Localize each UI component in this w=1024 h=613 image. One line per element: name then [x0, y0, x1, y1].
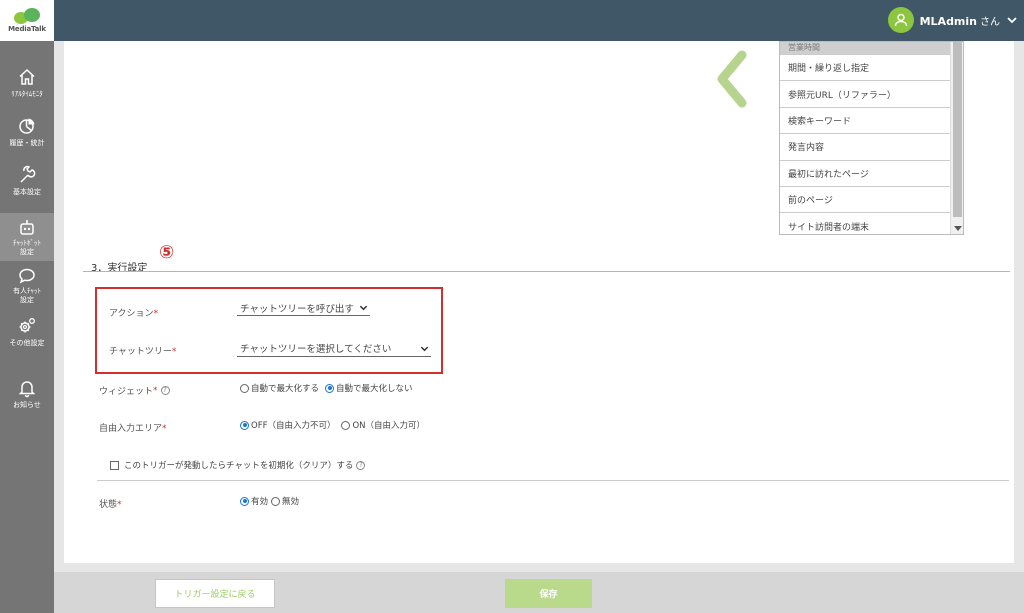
status-radio-enabled[interactable]	[240, 496, 249, 506]
chevron-down-icon	[359, 305, 368, 311]
radio-label: 自動で最大化する	[251, 384, 320, 394]
radio-label: 無効	[282, 497, 300, 507]
list-scrollbar[interactable]	[950, 42, 963, 234]
help-icon[interactable]: ?	[356, 460, 366, 470]
widget-radio-group: 自動で最大化する 自動で最大化しない	[240, 382, 413, 394]
pie-chart-icon	[19, 118, 35, 134]
sidebar: ﾘｱﾙﾀｲﾑﾓﾆﾀ 履歴・統計 基本設定 ﾁｬｯﾄﾎﾞｯﾄ 設定 有人ﾁｬｯﾄ 設定…	[0, 41, 54, 613]
free-input-radio-on[interactable]	[341, 420, 351, 430]
logo-text: MediaTalk	[8, 25, 46, 33]
widget-radio-no-maximize[interactable]	[325, 383, 335, 393]
list-item[interactable]: 参照元URL（リファラー）	[780, 81, 950, 108]
sidebar-item-label: その他設定	[9, 339, 45, 347]
main-content: 営業時間 期間・繰り返し指定 参照元URL（リファラー） 検索キーワード 発言内…	[54, 41, 1024, 572]
list-item[interactable]: 検索キーワード	[780, 108, 950, 135]
widget-radio-maximize[interactable]	[240, 383, 249, 393]
sidebar-item-label: 履歴・統計	[9, 139, 45, 147]
status-radio-group: 有効 無効	[240, 495, 299, 507]
app-logo[interactable]: MediaTalk	[0, 0, 54, 41]
sidebar-item-realtime-monitor[interactable]: ﾘｱﾙﾀｲﾑﾓﾆﾀ	[0, 67, 54, 99]
sidebar-item-chatbot-settings[interactable]: ﾁｬｯﾄﾎﾞｯﾄ 設定	[0, 213, 54, 261]
help-icon[interactable]: ?	[160, 386, 170, 395]
form-divider	[97, 480, 1009, 481]
sidebar-item-history-stats[interactable]: 履歴・統計	[0, 116, 54, 148]
list-item[interactable]: サイト訪問者の端末	[780, 213, 950, 234]
checkbox-label: このトリガーが発動したらチャットを初期化（クリア）する	[124, 461, 354, 471]
sidebar-item-label: ﾘｱﾙﾀｲﾑﾓﾆﾀ	[11, 90, 43, 98]
list-item[interactable]: 期間・繰り返し指定	[780, 55, 950, 82]
radio-label: 有効	[251, 497, 269, 507]
bell-icon	[18, 381, 36, 398]
widget-label: ウィジェット *?	[99, 384, 170, 397]
chat-tree-label: チャットツリー*	[109, 347, 177, 357]
reset-chat-checkbox[interactable]	[110, 460, 119, 470]
gears-icon	[19, 318, 35, 333]
reset-chat-option: このトリガーが発動したらチャットを初期化（クリア）する ?	[110, 459, 366, 471]
save-button[interactable]: 保存	[505, 579, 592, 608]
robot-icon	[20, 220, 34, 235]
sidebar-item-label: お知らせ	[13, 401, 41, 409]
action-select[interactable]: チャットツリーを呼び出す	[237, 301, 370, 316]
sidebar-item-basic-settings[interactable]: 基本設定	[0, 165, 54, 197]
section-divider	[83, 271, 1010, 272]
radio-label: OFF（自由入力不可）	[251, 421, 336, 431]
action-select-value: チャットツリーを呼び出す	[240, 303, 354, 315]
list-item[interactable]: 営業時間	[780, 42, 950, 55]
settings-panel: 営業時間 期間・繰り返し指定 参照元URL（リファラー） 検索キーワード 発言内…	[64, 41, 1014, 563]
chat-tree-select[interactable]: チャットツリーを選択してください	[237, 341, 431, 357]
sidebar-item-label: 有人ﾁｬｯﾄ 設定	[13, 287, 41, 304]
list-item[interactable]: 最初に訪れたページ	[780, 161, 950, 187]
sidebar-item-live-chat-settings[interactable]: 有人ﾁｬｯﾄ 設定	[0, 266, 54, 305]
condition-variable-list[interactable]: 営業時間 期間・繰り返し指定 参照元URL（リファラー） 検索キーワード 発言内…	[779, 41, 964, 235]
home-icon	[19, 68, 35, 85]
list-item[interactable]: 前のページ	[780, 187, 950, 214]
chevron-left-icon[interactable]	[714, 49, 750, 109]
wrench-icon	[20, 165, 36, 183]
action-label: アクション*	[109, 309, 159, 319]
user-name: MLAdmin さん	[919, 14, 1000, 28]
sidebar-item-notifications[interactable]: お知らせ	[0, 378, 54, 410]
free-input-label: 自由入力エリア*	[99, 424, 167, 434]
top-header: MediaTalk MLAdmin さん	[0, 0, 1024, 41]
logo-bubbles-icon	[14, 8, 40, 24]
user-icon	[887, 7, 914, 33]
free-input-radio-off[interactable]	[240, 420, 249, 430]
status-label: 状態*	[99, 500, 122, 510]
back-to-trigger-settings-button[interactable]: トリガー設定に戻る	[155, 579, 275, 608]
step-number-badge: ⑤	[159, 242, 175, 263]
list-item[interactable]: 発言内容	[780, 134, 950, 161]
chevron-down-icon[interactable]	[1006, 14, 1018, 26]
footer-bar: トリガー設定に戻る 保存	[54, 572, 1024, 613]
scroll-down-arrow-icon[interactable]	[954, 226, 962, 231]
sidebar-item-label: 基本設定	[13, 188, 41, 196]
radio-label: ON（自由入力可）	[352, 421, 426, 431]
chevron-down-icon	[420, 346, 429, 351]
radio-label: 自動で最大化しない	[336, 384, 413, 394]
user-menu[interactable]: MLAdmin さん	[887, 6, 1018, 34]
scrollbar-thumb[interactable]	[953, 42, 962, 217]
free-input-radio-group: OFF（自由入力不可） ON（自由入力可）	[240, 419, 425, 431]
sidebar-item-label: ﾁｬｯﾄﾎﾞｯﾄ 設定	[13, 239, 41, 256]
sidebar-item-other-settings[interactable]: その他設定	[0, 316, 54, 348]
chat-tree-select-value: チャットツリーを選択してください	[240, 344, 392, 355]
chat-bubble-icon	[19, 268, 35, 284]
status-radio-disabled[interactable]	[271, 496, 281, 506]
